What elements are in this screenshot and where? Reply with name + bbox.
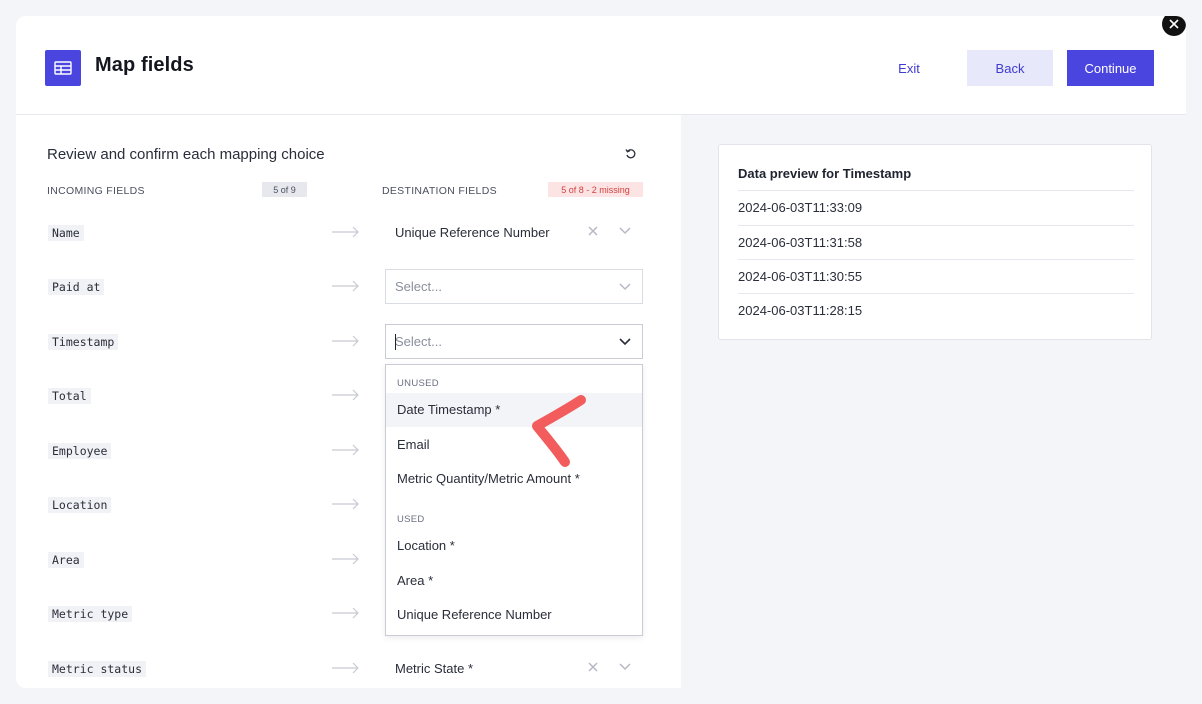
destination-missing-badge: 5 of 8 - 2 missing <box>548 182 643 197</box>
chevron-down-icon[interactable] <box>619 663 631 671</box>
destination-fields-header: DESTINATION FIELDS <box>382 185 497 197</box>
preview-panel: Data preview for Timestamp 2024-06-03T11… <box>681 115 1186 688</box>
incoming-field-name: Location <box>48 497 112 513</box>
arrow-right-icon <box>332 444 359 456</box>
reset-icon[interactable] <box>624 147 638 161</box>
mapping-row: Paid at Select... <box>16 267 681 307</box>
mapping-panel: Review and confirm each mapping choice I… <box>16 115 681 688</box>
incoming-field-name: Paid at <box>48 279 105 295</box>
arrow-right-icon <box>332 226 359 238</box>
clear-icon[interactable] <box>587 225 599 237</box>
mapping-subtitle: Review and confirm each mapping choice <box>47 146 325 163</box>
preview-value: 2024-06-03T11:33:09 <box>738 190 1134 224</box>
text-cursor <box>395 334 396 350</box>
data-preview-card: Data preview for Timestamp 2024-06-03T11… <box>718 144 1152 340</box>
destination-select[interactable]: Select... <box>385 269 643 304</box>
preview-value: 2024-06-03T11:31:58 <box>738 225 1134 259</box>
select-placeholder: Select... <box>395 279 442 294</box>
destination-select-open[interactable]: Select... <box>385 324 643 359</box>
preview-title: Data preview for Timestamp <box>738 166 912 181</box>
modal-header: Map fields Exit Back Continue <box>16 16 1186 115</box>
chevron-down-icon[interactable] <box>619 283 631 291</box>
table-icon <box>45 50 81 86</box>
destination-dropdown-menu: UNUSED Date Timestamp * Email Metric Qua… <box>385 364 643 636</box>
clear-icon[interactable] <box>587 661 599 673</box>
mapping-row: Metric status Metric State * <box>16 649 681 688</box>
close-icon <box>1169 19 1179 29</box>
dropdown-group-unused: UNUSED <box>397 378 439 389</box>
arrow-right-icon <box>332 498 359 510</box>
dropdown-group-used: USED <box>397 514 425 525</box>
incoming-count-badge: 5 of 9 <box>262 182 307 197</box>
dropdown-option[interactable]: Location * <box>386 529 642 563</box>
arrow-right-icon <box>332 389 359 401</box>
arrow-right-icon <box>332 662 359 674</box>
destination-value[interactable]: Unique Reference Number <box>395 225 550 240</box>
destination-value[interactable]: Metric State * <box>395 661 473 676</box>
arrow-right-icon <box>332 335 359 347</box>
back-button[interactable]: Back <box>967 50 1053 86</box>
select-placeholder: Select... <box>395 334 442 349</box>
dropdown-option[interactable]: Area * <box>386 564 642 598</box>
incoming-field-name: Total <box>48 388 91 404</box>
incoming-field-name: Name <box>48 225 84 241</box>
incoming-fields-header: INCOMING FIELDS <box>47 185 145 197</box>
page-title: Map fields <box>95 54 194 76</box>
incoming-field-name: Metric status <box>48 661 147 677</box>
incoming-field-name: Timestamp <box>48 334 119 350</box>
incoming-field-name: Area <box>48 552 84 568</box>
incoming-field-name: Employee <box>48 443 112 459</box>
dropdown-option[interactable]: Metric Quantity/Metric Amount * <box>386 462 642 496</box>
arrow-right-icon <box>332 553 359 565</box>
mapping-row: Timestamp Select... <box>16 322 681 362</box>
exit-button[interactable]: Exit <box>880 50 938 86</box>
arrow-right-icon <box>332 607 359 619</box>
preview-value: 2024-06-03T11:30:55 <box>738 259 1134 293</box>
dropdown-option[interactable]: Email <box>386 428 642 462</box>
mapping-row: Name Unique Reference Number <box>16 213 681 253</box>
preview-value: 2024-06-03T11:28:15 <box>738 293 1134 327</box>
arrow-right-icon <box>332 280 359 292</box>
incoming-field-name: Metric type <box>48 606 133 622</box>
chevron-down-icon[interactable] <box>619 227 631 235</box>
dropdown-option[interactable]: Date Timestamp * <box>386 393 642 427</box>
map-fields-modal: Map fields Exit Back Continue Review and… <box>16 16 1186 688</box>
chevron-down-icon[interactable] <box>619 338 631 346</box>
dropdown-option[interactable]: Unique Reference Number <box>386 598 642 632</box>
continue-button[interactable]: Continue <box>1067 50 1154 86</box>
